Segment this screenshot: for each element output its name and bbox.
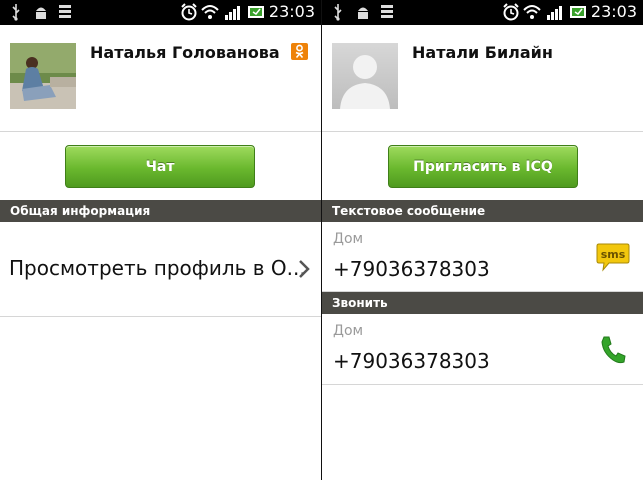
usb-icon [334, 4, 342, 21]
sms-row[interactable]: Дом +79036378303 sms [322, 222, 643, 292]
chevron-right-icon [299, 260, 310, 278]
android-debug-icon [358, 7, 368, 19]
chat-button[interactable]: Чат [65, 145, 255, 188]
battery-icon [570, 6, 586, 18]
profile-link-text: Просмотреть профиль в О... [9, 256, 306, 280]
wifi-icon [201, 5, 219, 19]
contact-name: Натали Билайн [412, 43, 553, 62]
section-call: Звонить [322, 292, 643, 314]
call-row[interactable]: Дом +79036378303 [322, 314, 643, 385]
section-general-info: Общая информация [0, 200, 321, 222]
sms-number: +79036378303 [333, 257, 490, 281]
phone-icon[interactable] [599, 335, 627, 365]
invite-icq-button[interactable]: Пригласить в ICQ [388, 145, 578, 188]
sms-icon[interactable]: sms [595, 243, 631, 273]
contact-header: Наталья Голованова [0, 25, 321, 132]
left-screen: 23:03 Наталья Голованова Чат Общая инфор… [0, 0, 321, 480]
battery-icon [248, 6, 264, 18]
signal-icon [225, 6, 240, 20]
notification-icon [59, 5, 71, 18]
status-bar: 23:03 [0, 0, 321, 25]
android-debug-icon [36, 7, 46, 19]
section-text-message: Текстовое сообщение [322, 200, 643, 222]
avatar-placeholder[interactable] [332, 43, 398, 109]
call-label: Дом [333, 323, 364, 339]
sms-icon-text: sms [601, 248, 626, 261]
status-bar: 23:03 [322, 0, 643, 25]
view-profile-row[interactable]: Просмотреть профиль в О... [0, 222, 321, 317]
odnoklassniki-icon [291, 43, 308, 60]
clock: 23:03 [268, 2, 315, 21]
right-screen: 23:03 Натали Билайн Пригласить в ICQ Тек… [322, 0, 643, 480]
clock: 23:03 [590, 2, 637, 21]
wifi-icon [523, 5, 541, 19]
contact-name: Наталья Голованова [90, 43, 280, 62]
alarm-icon [181, 3, 197, 21]
call-number: +79036378303 [333, 349, 490, 373]
signal-icon [547, 6, 562, 20]
usb-icon [12, 4, 20, 21]
alarm-icon [503, 3, 519, 21]
contact-header: Натали Билайн [322, 25, 643, 132]
sms-label: Дом [333, 231, 364, 247]
notification-icon [381, 5, 393, 18]
avatar[interactable] [10, 43, 76, 109]
